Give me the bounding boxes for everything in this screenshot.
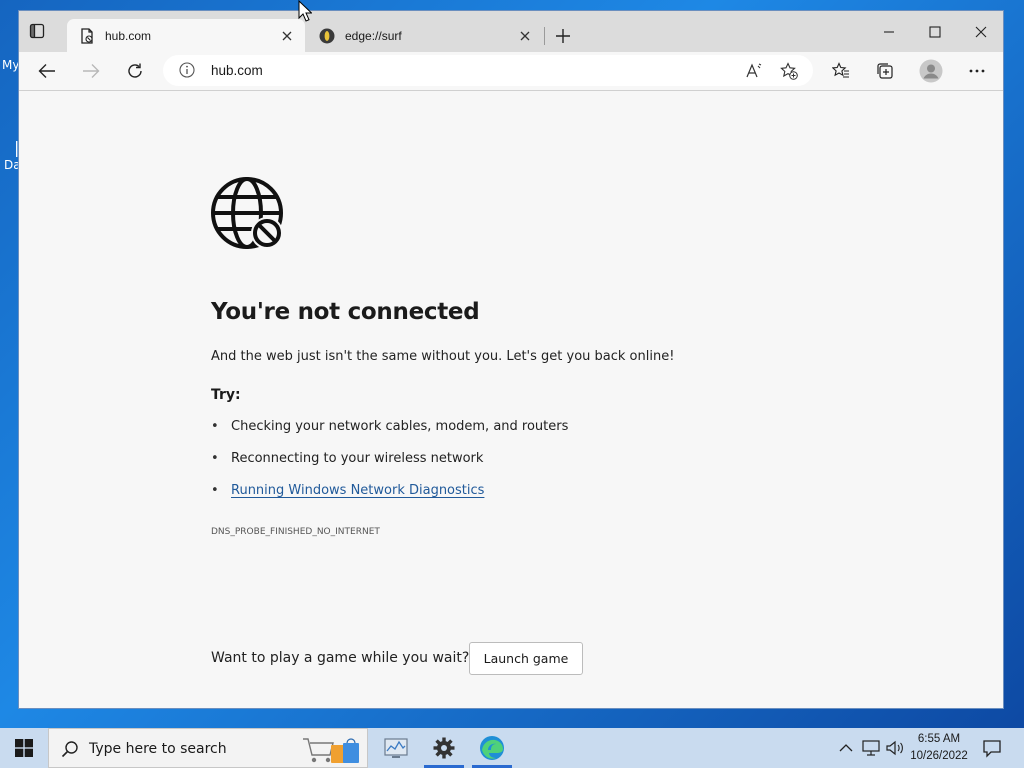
profile-avatar-icon[interactable]: [919, 59, 943, 83]
minimize-icon[interactable]: [878, 21, 900, 43]
refresh-icon[interactable]: [125, 61, 145, 81]
task-manager-app-icon[interactable]: [372, 728, 420, 768]
tab-hub[interactable]: hub.com: [67, 19, 305, 52]
search-placeholder: Type here to search: [89, 741, 227, 757]
edge-browser-icon[interactable]: [468, 728, 516, 768]
more-options-icon[interactable]: [967, 61, 987, 81]
add-favorite-icon[interactable]: [780, 62, 798, 80]
tab-actions-icon[interactable]: [29, 23, 45, 39]
address-text[interactable]: hub.com: [211, 63, 263, 78]
close-tab-icon[interactable]: [279, 28, 295, 44]
browser-window: hub.com edge://surf hub.com You're not c…: [18, 10, 1004, 709]
info-icon[interactable]: [179, 62, 195, 78]
error-page: You're not connected And the web just is…: [19, 91, 1003, 708]
game-prompt: Want to play a game while you wait?: [211, 650, 470, 666]
taskbar: Type here to search 6:55 AM 10/26/2022: [0, 728, 1024, 768]
collections-icon[interactable]: [875, 61, 895, 81]
close-window-icon[interactable]: [970, 21, 992, 43]
list-item: Checking your network cables, modem, and…: [211, 419, 568, 451]
launch-game-button[interactable]: Launch game: [469, 642, 583, 675]
system-clock[interactable]: 6:55 AM 10/26/2022: [906, 731, 972, 765]
favorites-icon[interactable]: [831, 61, 851, 81]
network-icon[interactable]: [862, 740, 880, 756]
try-label: Try:: [211, 387, 241, 403]
notification-icon[interactable]: [982, 738, 1002, 758]
read-aloud-icon[interactable]: [745, 62, 763, 80]
surf-icon: [319, 28, 335, 44]
new-tab-icon[interactable]: [554, 27, 572, 45]
list-item: Reconnecting to your wireless network: [211, 451, 568, 483]
tab-separator: [544, 27, 545, 45]
error-subtitle: And the web just isn't the same without …: [211, 349, 675, 364]
clock-time: 6:55 AM: [917, 733, 961, 745]
network-diagnostics-link[interactable]: Running Windows Network Diagnostics: [231, 483, 484, 498]
navigation-toolbar: hub.com: [19, 52, 1003, 91]
taskbar-search-box[interactable]: Type here to search: [48, 728, 368, 768]
globe-blocked-icon: [211, 177, 285, 251]
volume-icon[interactable]: [886, 740, 903, 756]
tab-title: edge://surf: [345, 28, 402, 43]
close-tab-icon[interactable]: [517, 28, 533, 44]
clock-date: 10/26/2022: [910, 750, 968, 762]
error-code: DNS_PROBE_FINISHED_NO_INTERNET: [211, 527, 380, 537]
list-item: Running Windows Network Diagnostics: [211, 483, 568, 515]
mouse-cursor-icon: [298, 0, 312, 22]
suggestion-list: Checking your network cables, modem, and…: [211, 419, 568, 515]
windows-start-icon[interactable]: [0, 728, 48, 768]
chevron-up-icon[interactable]: [838, 740, 854, 756]
back-arrow-icon[interactable]: [37, 61, 57, 81]
maximize-icon[interactable]: [924, 21, 946, 43]
tab-title: hub.com: [105, 28, 152, 43]
address-bar[interactable]: hub.com: [163, 55, 813, 86]
page-title: You're not connected: [211, 299, 480, 325]
search-icon: [61, 740, 79, 758]
forward-arrow-icon[interactable]: [81, 61, 101, 81]
tab-surf[interactable]: edge://surf: [307, 19, 543, 52]
document-icon: [79, 27, 95, 44]
tab-bar: hub.com edge://surf: [19, 11, 1003, 52]
settings-gear-icon[interactable]: [420, 728, 468, 768]
shopping-illustration-icon: [301, 733, 363, 765]
desktop-icon-label[interactable]: My: [2, 58, 19, 72]
